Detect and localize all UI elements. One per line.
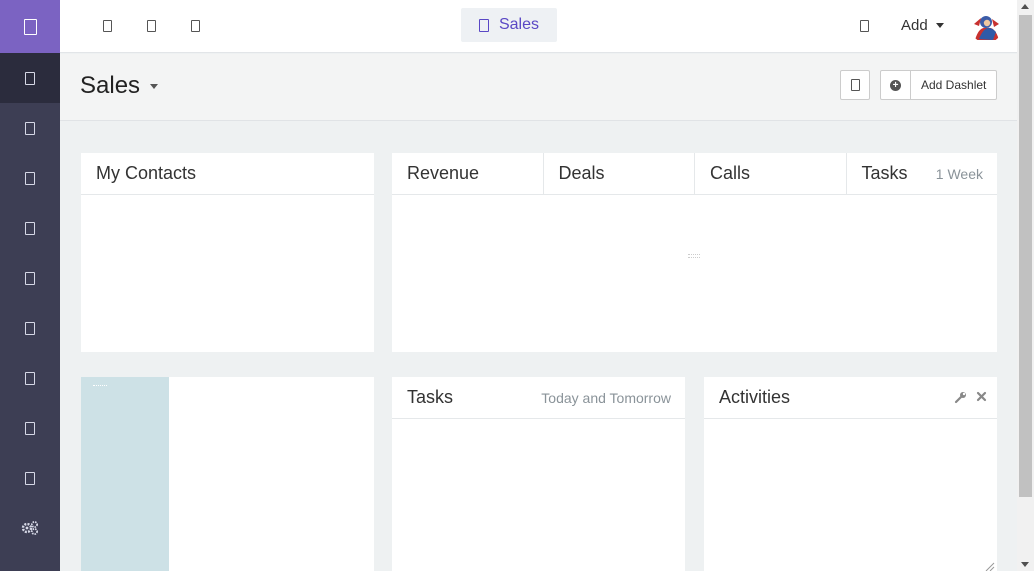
scroll-down-icon[interactable]	[1021, 562, 1029, 567]
sidebar-item-settings[interactable]	[0, 503, 60, 553]
tab-deals[interactable]: Deals	[544, 153, 695, 194]
dashlet-my-contacts: My Contacts	[81, 153, 374, 352]
dashlet-header: My Contacts	[81, 153, 374, 195]
sidebar-item-deals[interactable]	[0, 203, 60, 253]
dashboard-icon	[478, 18, 489, 32]
add-menu-label: Add	[901, 17, 928, 34]
mail-icon	[25, 471, 35, 485]
notifications-icon[interactable]	[147, 19, 156, 37]
dashlet-activities: Activities	[704, 377, 997, 571]
page-scrollbar[interactable]	[1017, 0, 1034, 571]
sidebar-item-tasks[interactable]	[0, 303, 60, 353]
add-dashlet-button[interactable]: + Add Dashlet	[880, 70, 997, 100]
tab-sales-label: Sales	[498, 16, 540, 33]
accounts-icon	[25, 171, 35, 185]
home-icon	[25, 71, 35, 85]
logo-icon	[23, 18, 37, 35]
logo[interactable]	[0, 0, 60, 53]
sidebar-item-reports[interactable]	[0, 403, 60, 453]
dashlet-tasks: Tasks Today and Tomorrow	[392, 377, 685, 571]
sidebar-item-mail[interactable]	[0, 453, 60, 503]
deals-icon	[25, 221, 35, 235]
page-header: Sales + Add Dashlet	[60, 54, 1017, 121]
sidebar	[0, 0, 60, 571]
dashlet-calendar	[81, 377, 374, 571]
dashlet-header: Tasks Today and Tomorrow	[392, 377, 685, 419]
dashlet-title: My Contacts	[96, 163, 197, 183]
tab-sales[interactable]: Sales	[461, 8, 557, 42]
dashlet-header: Activities	[704, 377, 997, 419]
tab-label: Deals	[558, 163, 605, 183]
close-icon[interactable]	[976, 391, 987, 402]
wrench-icon[interactable]	[954, 391, 967, 404]
sidebar-item-documents[interactable]	[0, 353, 60, 403]
sidebar-item-calendar[interactable]	[0, 253, 60, 303]
quick-create-icon[interactable]	[860, 19, 869, 37]
dashlet-title: Activities	[719, 387, 791, 407]
topbar: Sales Add	[60, 0, 1017, 53]
page-title: Sales	[80, 72, 141, 99]
calendar-day-column[interactable]	[81, 377, 169, 571]
chevron-down-icon	[935, 23, 944, 28]
scrollbar-thumb[interactable]	[1019, 15, 1032, 497]
tab-label: Revenue	[407, 163, 480, 183]
user-avatar[interactable]	[971, 12, 1002, 43]
dashlet-tools	[954, 391, 987, 404]
tab-calls[interactable]: Calls	[695, 153, 847, 194]
sidebar-item-home[interactable]	[0, 53, 60, 103]
dashboard-selector[interactable]: Sales	[80, 72, 159, 100]
history-icon[interactable]	[191, 19, 200, 37]
sidebar-item-contacts[interactable]	[0, 103, 60, 153]
add-dashlet-label: Add Dashlet	[921, 78, 987, 92]
resize-handle[interactable]	[985, 559, 995, 571]
dashlet-subtitle: Today and Tomorrow	[541, 390, 671, 406]
loading-indicator	[688, 254, 700, 258]
stats-tabs: Revenue Deals Calls Tasks 1 Week	[392, 153, 997, 195]
chevron-down-icon	[150, 83, 159, 89]
scroll-up-icon[interactable]	[1021, 4, 1029, 9]
calendar-marker	[93, 385, 107, 387]
tab-revenue[interactable]: Revenue	[392, 153, 544, 194]
tab-label: Tasks	[861, 163, 908, 183]
contacts-icon	[25, 121, 35, 135]
documents-icon	[25, 371, 35, 385]
dashlet-sales-stats: Revenue Deals Calls Tasks 1 Week	[392, 153, 997, 352]
search-icon[interactable]	[103, 19, 112, 37]
edit-icon	[850, 79, 860, 91]
sidebar-item-accounts[interactable]	[0, 153, 60, 203]
settings-icon	[21, 521, 38, 535]
tasks-icon	[25, 321, 35, 335]
period-label[interactable]: 1 Week	[936, 166, 983, 182]
tab-label: Calls	[710, 163, 751, 183]
tab-tasks[interactable]: Tasks 1 Week	[847, 153, 998, 194]
reports-icon	[25, 421, 35, 435]
edit-dashboard-button[interactable]	[840, 70, 870, 100]
dashlet-title: Tasks	[407, 387, 454, 407]
plus-icon: +	[890, 79, 901, 91]
add-menu[interactable]: Add	[901, 17, 944, 34]
calendar-icon	[25, 271, 35, 285]
